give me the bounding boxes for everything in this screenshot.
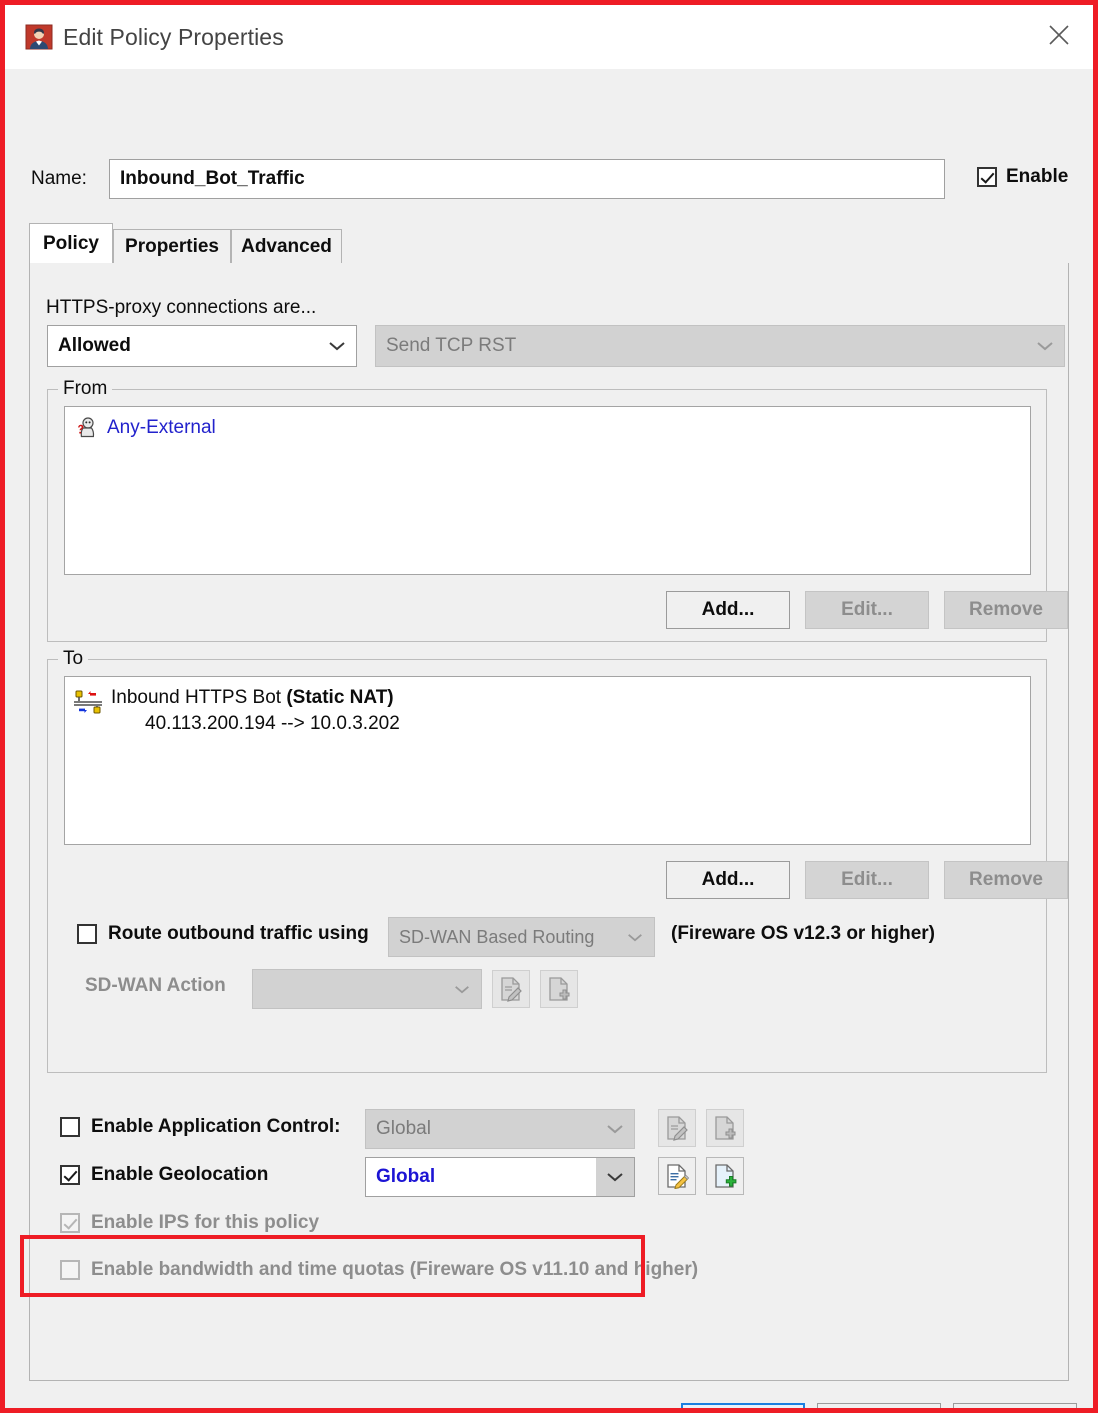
to-list[interactable]: Inbound HTTPS Bot (Static NAT) 40.113.20… (64, 676, 1031, 845)
from-edit-label: Edit... (841, 599, 893, 620)
connections-action-dropdown[interactable]: Allowed (47, 325, 357, 367)
from-list[interactable]: Any-External (64, 406, 1031, 575)
geolocation-label: Enable Geolocation (91, 1164, 269, 1185)
connections-action-value: Allowed (58, 335, 131, 356)
to-item-detail: 40.113.200.194 --> 10.0.3.202 (145, 712, 400, 734)
window-title: Edit Policy Properties (63, 24, 284, 50)
from-add-button[interactable]: Add... (666, 591, 790, 629)
dialog-body: Name: Inbound_Bot_Traffic Enable Policy … (5, 69, 1093, 1408)
tab-advanced[interactable]: Advanced (231, 229, 342, 263)
application-control-add-document-icon (706, 1109, 744, 1147)
enable-geolocation-checkbox[interactable]: Enable Geolocation (60, 1164, 268, 1186)
help-button[interactable]: Help (953, 1403, 1077, 1408)
chevron-down-icon (1026, 326, 1064, 366)
route-outbound-label: Route outbound traffic using (108, 923, 369, 944)
tab-policy-label: Policy (43, 232, 99, 254)
route-outbound-checkbox[interactable]: Route outbound traffic using (77, 923, 369, 945)
list-item[interactable]: Inbound HTTPS Bot (Static NAT) 40.113.20… (65, 677, 1030, 736)
application-control-edit-document-icon (658, 1109, 696, 1147)
connections-reject-dropdown: Send TCP RST (375, 325, 1065, 367)
close-icon[interactable] (1035, 13, 1083, 57)
chevron-down-icon (318, 326, 356, 366)
application-control-dropdown: Global (365, 1109, 635, 1149)
dialog-button-bar: OK Cancel Help (5, 1381, 1093, 1408)
application-control-label: Enable Application Control: (91, 1116, 341, 1137)
chevron-down-icon (443, 970, 481, 1008)
bandwidth-checkbox-box (60, 1260, 80, 1280)
from-edit-button: Edit... (805, 591, 929, 629)
sdwan-routing-value: SD-WAN Based Routing (399, 926, 595, 947)
from-remove-label: Remove (969, 599, 1043, 620)
enable-bandwidth-quotas-checkbox: Enable bandwidth and time quotas (Firewa… (60, 1259, 698, 1281)
to-item-label: Inbound HTTPS Bot (111, 687, 287, 708)
application-control-checkbox-box (60, 1117, 80, 1137)
to-remove-label: Remove (969, 869, 1043, 890)
tab-properties-label: Properties (125, 235, 219, 257)
policy-name-input[interactable]: Inbound_Bot_Traffic (109, 159, 945, 199)
sdwan-routing-dropdown: SD-WAN Based Routing (388, 917, 655, 957)
policy-name-value: Inbound_Bot_Traffic (120, 168, 305, 189)
enable-checkbox-box (977, 167, 997, 187)
connections-reject-value: Send TCP RST (386, 335, 517, 356)
application-control-value: Global (376, 1118, 431, 1139)
edit-policy-properties-dialog: Edit Policy Properties Name: Inbound_Bot… (0, 0, 1098, 1413)
from-remove-button: Remove (944, 591, 1068, 629)
cancel-button[interactable]: Cancel (817, 1403, 941, 1408)
tab-policy[interactable]: Policy (29, 223, 113, 263)
geolocation-add-document-icon[interactable] (706, 1157, 744, 1195)
tab-strip: Policy Properties Advanced (29, 223, 1069, 263)
to-edit-button: Edit... (805, 861, 929, 899)
geolocation-checkbox-box (60, 1165, 80, 1185)
title-bar: Edit Policy Properties (5, 5, 1093, 69)
name-label: Name: (31, 168, 87, 189)
enable-checkbox-label: Enable (1006, 166, 1069, 187)
geolocation-value: Global (376, 1166, 436, 1187)
from-add-label: Add... (701, 599, 755, 620)
enable-policy-checkbox[interactable]: Enable (977, 166, 1068, 188)
to-item-label-bold: (Static NAT) (286, 687, 394, 708)
enable-application-control-checkbox[interactable]: Enable Application Control: (60, 1116, 340, 1138)
chevron-down-icon (596, 1158, 634, 1196)
policy-user-icon (25, 23, 53, 51)
to-add-label: Add... (701, 869, 755, 890)
geolocation-edit-document-icon[interactable] (658, 1157, 696, 1195)
tab-advanced-label: Advanced (241, 235, 332, 257)
sdwan-action-label: SD-WAN Action (85, 975, 226, 996)
to-item-text: Inbound HTTPS Bot (Static NAT) 40.113.20… (103, 685, 400, 736)
fireware-version-note: (Fireware OS v12.3 or higher) (671, 923, 935, 944)
connections-label: HTTPS-proxy connections are... (46, 297, 317, 318)
ips-label: Enable IPS for this policy (91, 1212, 320, 1233)
ok-button[interactable]: OK (681, 1403, 805, 1408)
ips-checkbox-box (60, 1213, 80, 1233)
geolocation-dropdown[interactable]: Global (365, 1157, 635, 1197)
sdwan-action-dropdown (252, 969, 482, 1009)
any-external-icon (73, 415, 99, 447)
to-edit-label: Edit... (841, 869, 893, 890)
route-outbound-checkbox-box (77, 924, 97, 944)
from-group-title: From (58, 378, 113, 400)
chevron-down-icon (616, 918, 654, 956)
from-item-label: Any-External (107, 417, 216, 438)
to-remove-button: Remove (944, 861, 1068, 899)
sdwan-edit-document-icon (492, 970, 530, 1008)
list-item[interactable]: Any-External (65, 407, 1030, 447)
to-group-title: To (58, 648, 89, 670)
static-nat-icon (73, 685, 103, 723)
to-add-button[interactable]: Add... (666, 861, 790, 899)
enable-ips-checkbox: Enable IPS for this policy (60, 1212, 319, 1234)
chevron-down-icon (596, 1110, 634, 1148)
tab-properties[interactable]: Properties (113, 229, 231, 263)
sdwan-add-document-icon (540, 970, 578, 1008)
bandwidth-label: Enable bandwidth and time quotas (Firewa… (91, 1259, 699, 1280)
policy-tab-page: HTTPS-proxy connections are... Allowed S… (29, 263, 1069, 1381)
